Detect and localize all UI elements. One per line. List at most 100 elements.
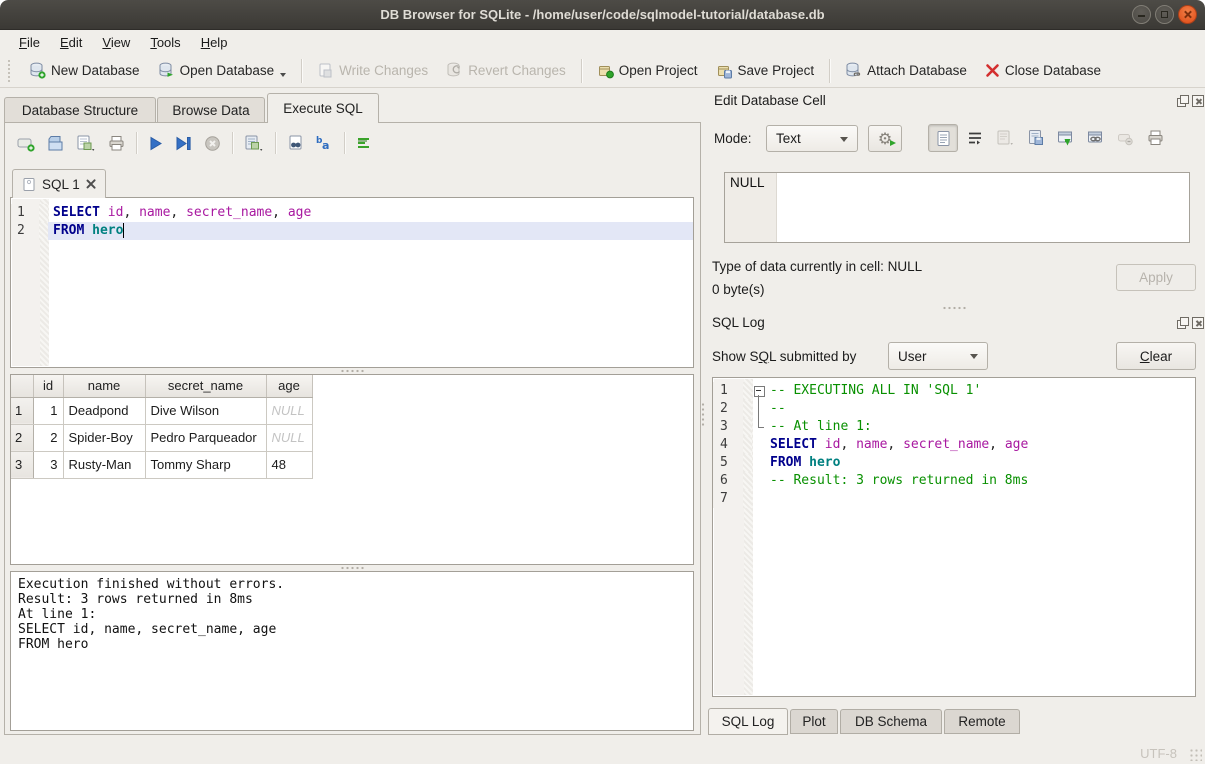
menu-help[interactable]: Help [192,32,237,53]
text-mode-toggle-button[interactable] [928,124,958,152]
save-project-button[interactable]: Save Project [707,57,824,84]
tab-plot[interactable]: Plot [790,709,838,734]
sql-file-tab-label: SQL 1 [42,177,80,192]
sql-editor[interactable]: 1 SELECT id, name, secret_name, age 2 FR… [10,197,694,368]
line-number: 2 [11,222,39,240]
tab-database-structure[interactable]: Database Structure [4,97,156,122]
tab-browse-data[interactable]: Browse Data [157,97,265,122]
cell-id[interactable]: 1 [33,397,63,424]
open-in-external-app-button[interactable] [1056,129,1075,147]
open-sql-tab-button[interactable] [16,134,36,153]
cell-secret-name[interactable]: Tommy Sharp [145,451,266,478]
print-cell-button[interactable] [1146,129,1165,147]
open-sql-file-current-tab-button[interactable] [75,134,97,153]
minimize-icon [1138,15,1145,17]
cell-name[interactable]: Rusty-Man [63,451,145,478]
cell-age[interactable]: 48 [266,451,312,478]
open-project-icon [597,62,614,79]
cell-type-info: Type of data currently in cell: NULL [712,259,922,274]
column-header-id[interactable]: id [33,375,63,397]
cell-age[interactable]: NULL [266,397,312,424]
fold-marker [752,418,768,436]
minimize-button[interactable] [1132,5,1151,24]
new-database-icon [29,62,46,79]
copy-url-button[interactable] [1086,129,1105,147]
cell-editor-content[interactable] [777,173,1189,242]
editor-line: 1 SELECT id, name, secret_name, age [11,204,693,222]
clear-log-button[interactable]: Clear [1116,342,1196,370]
dock-splitter[interactable] [942,306,968,310]
maximize-button[interactable] [1155,5,1174,24]
export-data-button[interactable] [1027,129,1045,147]
column-header-age[interactable]: age [266,375,312,397]
attach-database-button[interactable]: Attach Database [836,57,976,84]
column-header-secret-name[interactable]: secret_name [145,375,266,397]
word-wrap-button[interactable] [355,135,372,152]
gear-arrow-icon [889,139,897,147]
log-code-line: -- EXECUTING ALL IN 'SQL 1' [768,382,1195,400]
line-number: 2 [713,400,743,418]
dock-close-icon[interactable] [1192,317,1204,329]
menu-file[interactable]: File [10,32,49,53]
mode-combobox[interactable]: Text [766,125,858,152]
open-project-button[interactable]: Open Project [588,57,707,84]
close-database-button[interactable]: Close Database [976,58,1110,83]
execute-current-line-button[interactable] [174,135,193,152]
execute-all-button[interactable] [147,135,164,152]
print-sql-button[interactable] [107,134,126,153]
row-header[interactable]: 2 [11,424,33,451]
tab-remote[interactable]: Remote [944,709,1020,734]
toolbar-drag-handle[interactable] [8,60,16,82]
row-header[interactable]: 3 [11,451,33,478]
new-database-label: New Database [51,63,140,78]
sql-tab-close-icon[interactable] [86,179,96,189]
revert-changes-label: Revert Changes [468,63,566,78]
menu-view[interactable]: View [93,32,139,53]
editor-results-splitter[interactable] [340,369,366,373]
open-sql-file-button[interactable] [46,134,65,153]
cell-name[interactable]: Spider-Boy [63,424,145,451]
row-header[interactable]: 1 [11,397,33,424]
column-header-name[interactable]: name [63,375,145,397]
word-wrap-cell-button[interactable] [966,129,984,147]
open-database-dropdown-icon[interactable] [280,73,286,77]
auto-switch-mode-button[interactable]: ⚙ [868,125,902,152]
main-toolbar: New Database Open Database Write Changes… [0,54,1205,88]
menu-edit[interactable]: Edit [51,32,91,53]
close-database-label: Close Database [1005,63,1101,78]
editor-code-line[interactable]: SELECT id, name, secret_name, age [48,204,693,222]
results-log-splitter[interactable] [340,566,366,570]
editor-code-line[interactable]: FROM hero [48,222,693,240]
pane-splitter[interactable] [701,402,705,428]
titlebar[interactable]: DB Browser for SQLite - /home/user/code/… [0,0,1205,30]
close-button[interactable] [1178,5,1197,24]
grid-corner[interactable] [11,375,33,397]
format-sql-button[interactable]: ba [315,134,334,153]
save-results-button[interactable] [243,134,265,153]
cell-name[interactable]: Deadpond [63,397,145,424]
tab-execute-sql[interactable]: Execute SQL [267,93,379,123]
dock-float-icon[interactable] [1177,317,1189,329]
dock-float-icon[interactable] [1177,95,1189,107]
fold-marker-icon[interactable] [752,382,768,400]
menu-tools[interactable]: Tools [141,32,189,53]
cell-id[interactable]: 3 [33,451,63,478]
resize-grip[interactable] [1189,748,1202,761]
cell-secret-name[interactable]: Pedro Parqueador [145,424,266,451]
tab-db-schema[interactable]: DB Schema [840,709,942,734]
cell-value-editor[interactable]: NULL [724,172,1190,243]
cell-id[interactable]: 2 [33,424,63,451]
sql-file-tab[interactable]: SQL 1 [12,169,106,198]
statusbar: UTF-8 [0,738,1205,764]
sql-log-filter-combobox[interactable]: User [888,342,988,370]
cell-secret-name[interactable]: Dive Wilson [145,397,266,424]
new-database-button[interactable]: New Database [20,57,149,84]
open-database-button[interactable]: Open Database [149,57,296,84]
dock-close-icon[interactable] [1192,95,1204,107]
fold-marker [752,454,768,472]
sql-log-editor[interactable]: 1-- EXECUTING ALL IN 'SQL 1' 2-- 3-- At … [712,377,1196,697]
execution-status-log[interactable]: Execution finished without errors. Resul… [10,571,694,731]
cell-age[interactable]: NULL [266,424,312,451]
find-replace-button[interactable] [286,134,305,153]
tab-sql-log[interactable]: SQL Log [708,708,788,735]
